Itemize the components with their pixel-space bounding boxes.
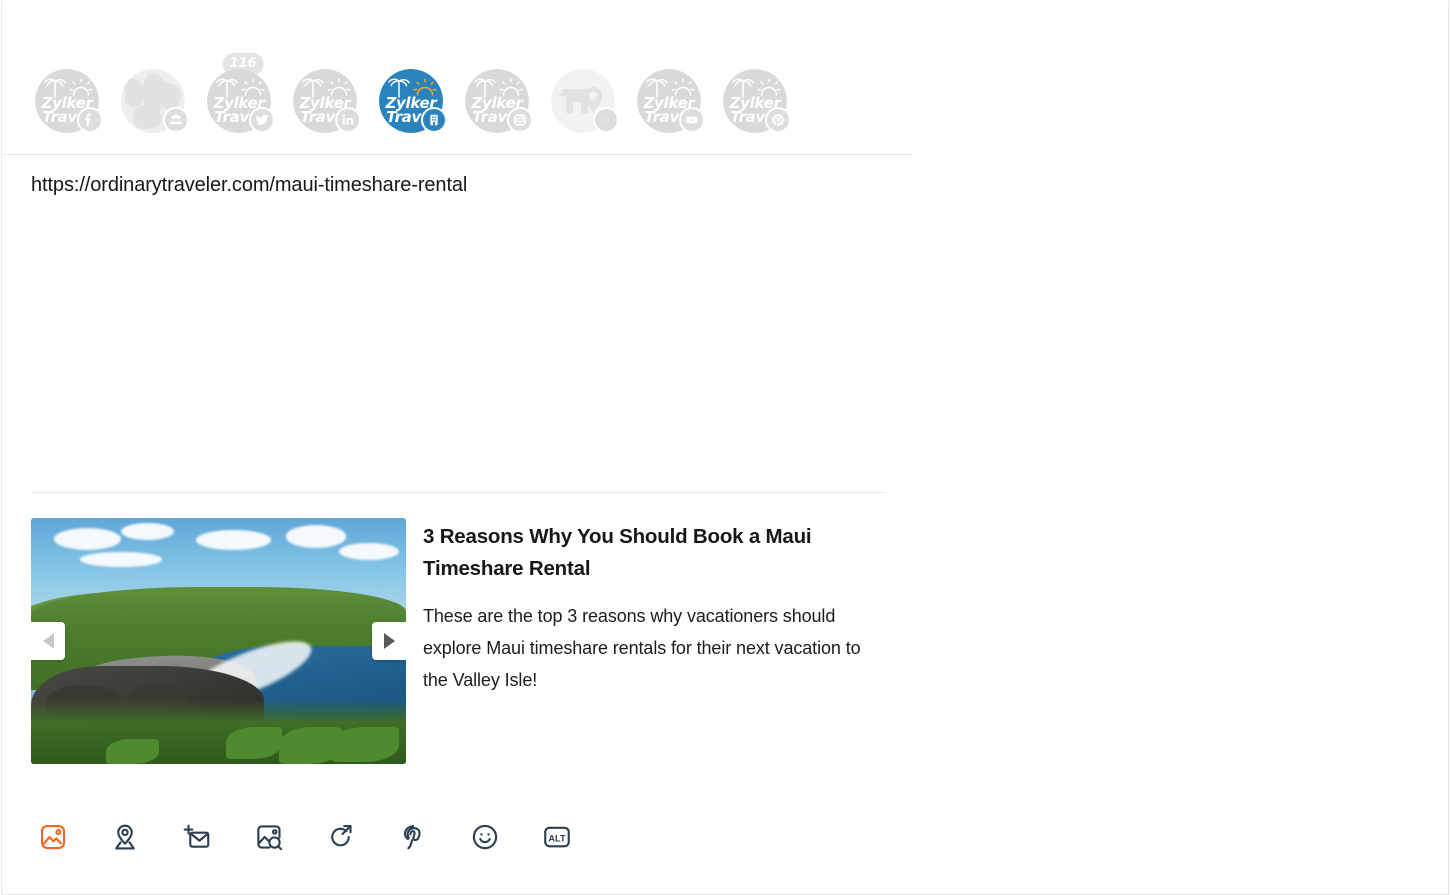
channel-linkedin[interactable]: Zylker Travel xyxy=(289,53,361,133)
link-preview-title[interactable]: 3 Reasons Why You Should Book a Maui Tim… xyxy=(423,521,843,586)
channel-youtube[interactable]: Zylker Travel xyxy=(633,53,705,133)
location-pin-icon xyxy=(110,822,140,855)
link-preview-image[interactable] xyxy=(31,518,406,764)
toolbar-add-invite-button[interactable] xyxy=(175,815,219,861)
divider-below-channels xyxy=(2,154,912,155)
svg-text:G: G xyxy=(602,115,611,127)
channel-selector-row: Zylker Travel 116 Zylker Travel Zylker Travel Z… xyxy=(31,53,791,133)
composer-toolbar: ALT xyxy=(31,815,579,861)
smiley-icon xyxy=(470,822,500,855)
chevron-left-icon xyxy=(42,633,54,649)
alt-text-icon: ALT xyxy=(542,822,572,855)
leaf-shape xyxy=(331,727,399,762)
twitter-icon xyxy=(249,107,275,133)
image-icon xyxy=(38,822,68,855)
channel-facebook-page[interactable]: Zylker Travel xyxy=(31,53,103,133)
cloud-shape xyxy=(286,525,346,548)
youtube-icon xyxy=(679,107,705,133)
post-url-text[interactable]: https://ordinarytraveler.com/maui-timesh… xyxy=(31,174,467,197)
toolbar-share-link-button[interactable] xyxy=(319,815,363,861)
pinterest-icon xyxy=(765,107,791,133)
link-preview-text: 3 Reasons Why You Should Book a Maui Tim… xyxy=(423,518,886,764)
toolbar-emoji-button[interactable] xyxy=(463,815,507,861)
toolbar-alt-text-button[interactable]: ALT xyxy=(535,815,579,861)
building-icon xyxy=(421,107,447,133)
cloud-shape xyxy=(121,522,174,541)
carousel-next-button[interactable] xyxy=(372,622,406,660)
linkedin-icon xyxy=(335,107,361,133)
group-icon xyxy=(163,107,189,133)
channel-pinterest[interactable]: Zylker Travel xyxy=(719,53,791,133)
post-composer-panel: Zylker Travel 116 Zylker Travel Zylker Travel Z… xyxy=(1,1,1449,895)
image-search-icon xyxy=(254,822,284,855)
pinterest-icon xyxy=(398,822,428,855)
toolbar-pinterest-button[interactable] xyxy=(391,815,435,861)
cloud-shape xyxy=(53,527,121,550)
toolbar-add-image-button[interactable] xyxy=(31,815,75,861)
envelope-add-icon xyxy=(182,822,212,855)
cloud-shape xyxy=(196,530,271,550)
instagram-icon xyxy=(507,107,533,133)
google-g-icon: G xyxy=(593,107,619,133)
cloud-shape xyxy=(338,542,399,560)
leaf-shape xyxy=(106,739,159,764)
link-preview-card: 3 Reasons Why You Should Book a Maui Tim… xyxy=(31,518,886,764)
channel-facebook-group[interactable] xyxy=(117,53,189,133)
chevron-right-icon xyxy=(383,633,395,649)
channel-twitter[interactable]: 116 Zylker Travel xyxy=(203,53,275,133)
carousel-prev-button xyxy=(31,622,65,660)
share-arrow-icon xyxy=(326,822,356,855)
toolbar-add-location-button[interactable] xyxy=(103,815,147,861)
channel-google-business[interactable]: Zylker Travel xyxy=(375,53,447,133)
link-preview-description[interactable]: These are the top 3 reasons why vacation… xyxy=(423,600,883,696)
facebook-icon xyxy=(77,107,103,133)
channel-google-profile[interactable]: G xyxy=(547,53,619,133)
svg-text:ALT: ALT xyxy=(548,833,566,843)
divider-above-preview xyxy=(31,492,886,493)
toolbar-image-search-button[interactable] xyxy=(247,815,291,861)
channel-instagram[interactable]: Zylker Travel xyxy=(461,53,533,133)
